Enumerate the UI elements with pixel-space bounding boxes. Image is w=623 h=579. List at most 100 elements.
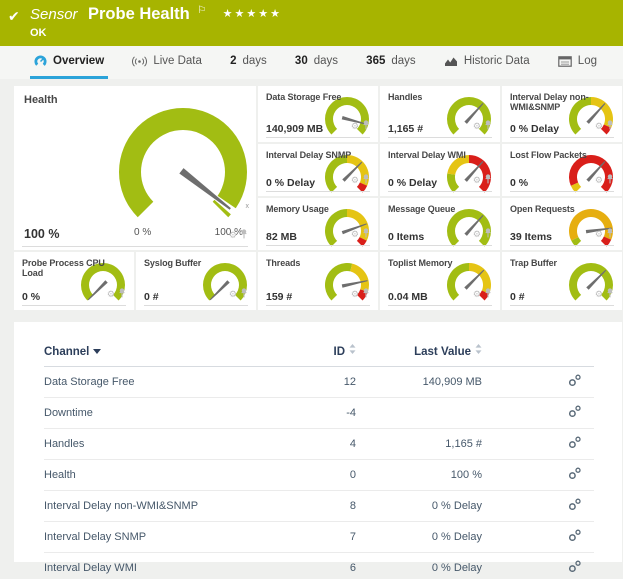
gauge-title: Threads bbox=[266, 258, 370, 268]
gauge-icon bbox=[34, 55, 47, 68]
edit-channel-icon[interactable] bbox=[568, 560, 582, 576]
gear-icon[interactable]: ⚙ bbox=[595, 290, 603, 299]
edit-channel-icon[interactable] bbox=[568, 498, 582, 514]
gear-icon[interactable]: ⚙ bbox=[351, 176, 359, 185]
gauge-value: 0 % bbox=[22, 291, 40, 303]
gauge-value: 0 % Delay bbox=[388, 177, 437, 189]
tab-2-days[interactable]: 2days bbox=[226, 46, 271, 79]
channel-name[interactable]: Health bbox=[44, 460, 276, 491]
edit-channel-icon[interactable] bbox=[568, 436, 582, 452]
tab-label: days bbox=[242, 55, 266, 67]
gauge-panel-handles: Handles 1,165 # ⚙ bbox=[380, 86, 500, 142]
tab-30-days[interactable]: 30days bbox=[291, 46, 342, 79]
gauge-title: Memory Usage bbox=[266, 204, 370, 214]
pin-icon[interactable] bbox=[362, 117, 370, 135]
channel-last-value bbox=[356, 398, 482, 429]
log-icon bbox=[558, 56, 572, 67]
health-gauge-panel: Health x 100 % 0 % 100 % ⚙ bbox=[14, 86, 256, 250]
gear-icon[interactable]: ⚙ bbox=[351, 122, 359, 131]
gear-icon[interactable]: ⚙ bbox=[107, 290, 115, 299]
channel-id: 0 bbox=[276, 460, 356, 491]
gear-icon[interactable]: ⚙ bbox=[473, 176, 481, 185]
gauge-panel-interval-delay-non-wmi-snmp: Interval Delay non-WMI&SNMP 0 % Delay ⚙ bbox=[502, 86, 622, 142]
pin-icon[interactable] bbox=[484, 117, 492, 135]
column-header-id[interactable]: ID bbox=[276, 338, 356, 367]
gauge-value: 159 # bbox=[266, 291, 292, 303]
gauge-title: Interval Delay SNMP bbox=[266, 150, 370, 160]
channel-name[interactable]: Downtime bbox=[44, 398, 276, 429]
tab-historic-data[interactable]: Historic Data bbox=[440, 46, 534, 79]
pin-icon[interactable] bbox=[484, 171, 492, 189]
pin-icon[interactable] bbox=[606, 285, 614, 303]
gear-icon[interactable]: ⚙ bbox=[473, 122, 481, 131]
gear-icon[interactable]: ⚙ bbox=[351, 290, 359, 299]
tab-log[interactable]: Log bbox=[554, 46, 601, 79]
gauge-panel-message-queue: Message Queue 0 Items ⚙ bbox=[380, 198, 500, 250]
pin-icon[interactable] bbox=[362, 285, 370, 303]
tab-365-days[interactable]: 365days bbox=[362, 46, 419, 79]
gauge-title: Handles bbox=[388, 92, 492, 102]
edit-channel-icon[interactable] bbox=[568, 405, 582, 421]
pin-icon[interactable] bbox=[240, 285, 248, 303]
sensor-header: ✔ Sensor Probe Health ⚐ ★★★★★ OK bbox=[0, 0, 623, 46]
gauge-panel-trap-buffer: Trap Buffer 0 # ⚙ bbox=[502, 252, 622, 310]
gear-icon[interactable]: ⚙ bbox=[595, 122, 603, 131]
channel-id: 12 bbox=[276, 367, 356, 398]
check-icon: ✔ bbox=[8, 8, 20, 25]
gauge-panel-open-requests: Open Requests 39 Items ⚙ bbox=[502, 198, 622, 250]
gear-icon[interactable]: ⚙ bbox=[473, 230, 481, 239]
scale-marker: x bbox=[246, 203, 250, 210]
gauge-title: Toplist Memory bbox=[388, 258, 492, 268]
gear-icon[interactable]: ⚙ bbox=[595, 230, 603, 239]
gauge-panel-syslog-buffer: Syslog Buffer 0 # ⚙ bbox=[136, 252, 256, 310]
sort-both-icon bbox=[349, 344, 356, 357]
tab-live-data[interactable]: Live Data bbox=[128, 46, 206, 79]
gear-icon[interactable]: ⚙ bbox=[229, 290, 237, 299]
pin-icon[interactable] bbox=[606, 225, 614, 243]
gauge-panel-probe-process-cpu-load: Probe Process CPU Load 0 % ⚙ bbox=[14, 252, 134, 310]
gauge-title: Syslog Buffer bbox=[144, 258, 248, 268]
priority-stars[interactable]: ★★★★★ bbox=[223, 8, 282, 20]
column-header-channel[interactable]: Channel bbox=[44, 338, 276, 367]
channel-name[interactable]: Interval Delay non-WMI&SNMP bbox=[44, 491, 276, 522]
gear-icon[interactable]: ⚙ bbox=[229, 231, 237, 240]
tab-overview[interactable]: Overview bbox=[30, 46, 108, 79]
channel-name[interactable]: Interval Delay SNMP bbox=[44, 522, 276, 553]
pin-icon[interactable] bbox=[606, 117, 614, 135]
gear-icon[interactable]: ⚙ bbox=[473, 290, 481, 299]
edit-channel-icon[interactable] bbox=[568, 467, 582, 483]
tab-label: Live Data bbox=[153, 55, 202, 67]
gauge-title: Data Storage Free bbox=[266, 92, 370, 102]
health-gauge bbox=[115, 104, 251, 245]
pin-icon[interactable] bbox=[484, 285, 492, 303]
gauge-value: 0 % Delay bbox=[266, 177, 315, 189]
edit-channel-icon[interactable] bbox=[568, 529, 582, 545]
channels-table-panel: ChannelIDLast Value Data Storage Free 12… bbox=[14, 322, 622, 562]
gear-icon[interactable]: ⚙ bbox=[351, 230, 359, 239]
channel-id: 6 bbox=[276, 553, 356, 579]
tab-label: Historic Data bbox=[464, 55, 530, 67]
pin-icon[interactable] bbox=[484, 225, 492, 243]
historic-icon bbox=[444, 56, 458, 67]
column-header-last-value[interactable]: Last Value bbox=[356, 338, 482, 367]
table-row: Interval Delay non-WMI&SNMP 8 0 % Delay bbox=[44, 491, 594, 522]
pin-icon[interactable] bbox=[118, 285, 126, 303]
gauge-value: 1,165 # bbox=[388, 123, 423, 135]
pin-icon[interactable] bbox=[240, 226, 248, 244]
gear-icon[interactable]: ⚙ bbox=[595, 176, 603, 185]
channel-name[interactable]: Handles bbox=[44, 429, 276, 460]
pin-icon[interactable] bbox=[362, 225, 370, 243]
gauge-panel-toplist-memory: Toplist Memory 0.04 MB ⚙ bbox=[380, 252, 500, 310]
channel-last-value: 0 % Delay bbox=[356, 522, 482, 553]
channel-name[interactable]: Interval Delay WMI bbox=[44, 553, 276, 579]
pin-icon[interactable] bbox=[606, 171, 614, 189]
flag-icon[interactable]: ⚐ bbox=[197, 5, 206, 16]
channel-name[interactable]: Data Storage Free bbox=[44, 367, 276, 398]
tab-label: days bbox=[391, 55, 415, 67]
gauge-value: 0 Items bbox=[388, 231, 424, 243]
gauge-title: Message Queue bbox=[388, 204, 492, 214]
edit-channel-icon[interactable] bbox=[568, 374, 582, 390]
table-row: Data Storage Free 12 140,909 MB bbox=[44, 367, 594, 398]
table-row: Downtime -4 bbox=[44, 398, 594, 429]
pin-icon[interactable] bbox=[362, 171, 370, 189]
